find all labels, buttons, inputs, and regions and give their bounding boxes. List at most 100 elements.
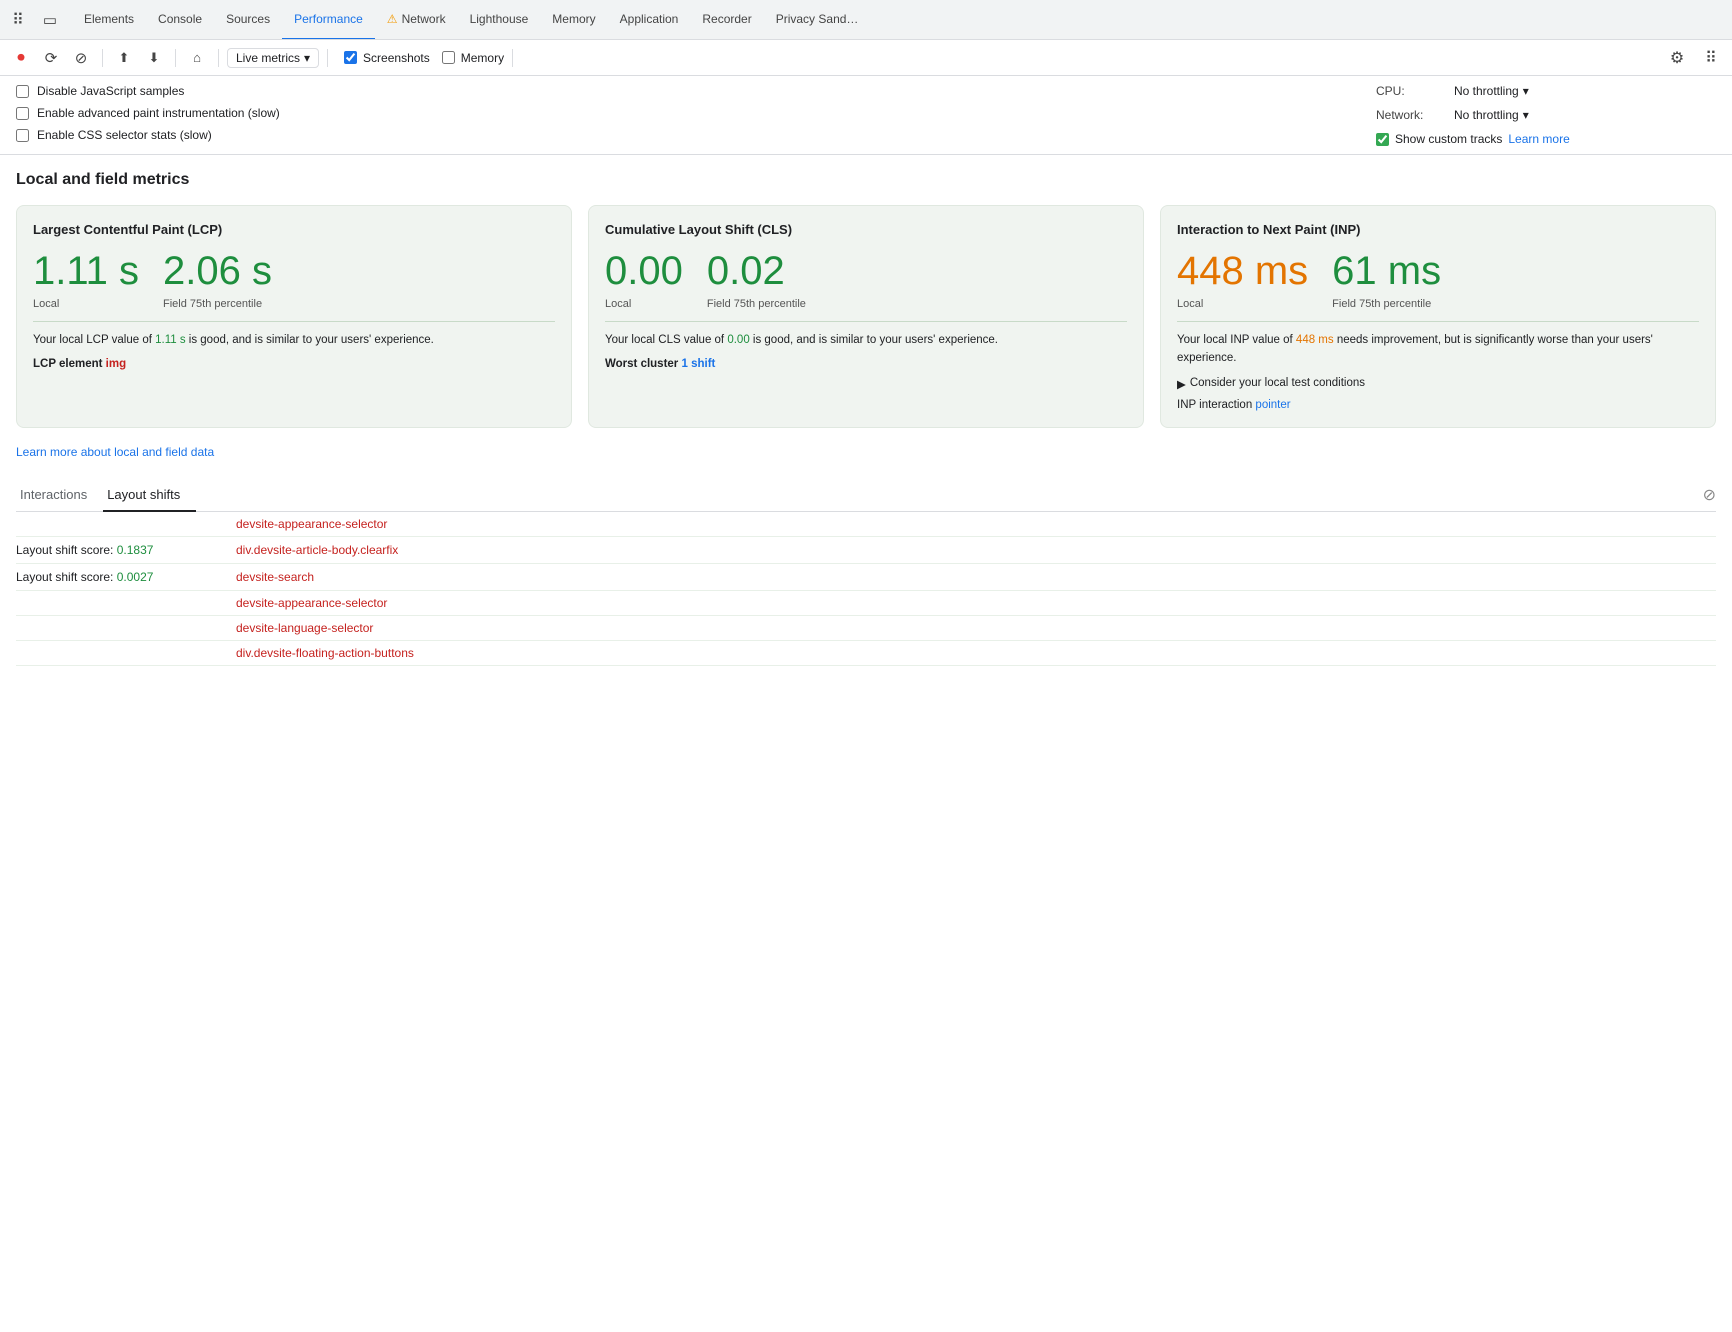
screenshots-checkbox[interactable] — [344, 51, 357, 64]
shift-element-plain-3[interactable]: devsite-appearance-selector — [236, 596, 387, 610]
toolbar-divider-4 — [327, 49, 328, 67]
nav-tab-privacy-sandbox[interactable]: Privacy Sand… — [764, 0, 871, 40]
nav-tab-network[interactable]: ⚠Network — [375, 0, 458, 40]
nav-tab-elements[interactable]: Elements — [72, 0, 146, 40]
cls-field-value: 0.02 — [707, 249, 806, 293]
shift-element-2[interactable]: devsite-search — [236, 570, 314, 584]
clear-button[interactable]: ⊘ — [68, 45, 94, 71]
lcp-desc-suffix: is good, and is similar to your users' e… — [186, 334, 434, 346]
dropdown-arrow-icon: ▾ — [304, 51, 310, 65]
refresh-button[interactable]: ⟳ — [38, 45, 64, 71]
upload-button[interactable]: ⬆ — [111, 45, 137, 71]
devtools-toggle-icon[interactable]: ⠿ — [4, 6, 32, 34]
lcp-card: Largest Contentful Paint (LCP) 1.11 s Lo… — [16, 205, 572, 428]
enable-css-label: Enable CSS selector stats (slow) — [37, 128, 212, 142]
no-entry-icon[interactable]: ⊘ — [1703, 485, 1716, 505]
inp-divider — [1177, 321, 1699, 322]
cls-values: 0.00 Local 0.02 Field 75th percentile — [605, 249, 1127, 311]
cpu-select[interactable]: No throttling ▾ — [1454, 84, 1529, 98]
learn-more-field-data-link[interactable]: Learn more about local and field data — [16, 445, 214, 459]
enable-advanced-paint-row[interactable]: Enable advanced paint instrumentation (s… — [16, 106, 1376, 120]
shift-element-plain-5[interactable]: div.devsite-floating-action-buttons — [236, 646, 414, 660]
network-select[interactable]: No throttling ▾ — [1454, 108, 1529, 122]
cpu-label: CPU: — [1376, 84, 1446, 98]
main-content: Local and field metrics Largest Contentf… — [0, 155, 1732, 682]
tab-interactions[interactable]: Interactions — [16, 479, 103, 512]
memory-checkbox-group: Memory — [442, 51, 504, 65]
settings-gear-icon[interactable]: ⚙ — [1664, 45, 1690, 71]
network-row: Network: No throttling ▾ — [1376, 108, 1716, 122]
settings-right: CPU: No throttling ▾ Network: No throttl… — [1376, 84, 1716, 146]
lcp-element-value[interactable]: img — [106, 358, 126, 370]
shift-row-plain-0: devsite-appearance-selector — [16, 512, 1716, 537]
cls-worst-cluster-link[interactable]: 1 shift — [681, 358, 715, 370]
inp-desc-value: 448 ms — [1296, 334, 1334, 346]
inp-consider-row: ▶ Consider your local test conditions — [1177, 377, 1699, 391]
memory-checkbox[interactable] — [442, 51, 455, 64]
nav-tab-lighthouse[interactable]: Lighthouse — [458, 0, 541, 40]
enable-paint-label: Enable advanced paint instrumentation (s… — [37, 106, 280, 120]
lcp-local: 1.11 s Local — [33, 249, 139, 311]
home-button[interactable]: ⌂ — [184, 45, 210, 71]
cls-title: Cumulative Layout Shift (CLS) — [605, 222, 1127, 237]
shift-row-plain-4: devsite-language-selector — [16, 616, 1716, 641]
screenshots-label[interactable]: Screenshots — [363, 51, 430, 65]
toolbar-right-icons: ⚙ ⠿ — [1664, 45, 1724, 71]
device-toolbar-icon[interactable]: ▭ — [36, 6, 64, 34]
nav-tab-memory[interactable]: Memory — [540, 0, 607, 40]
download-button[interactable]: ⬇ — [141, 45, 167, 71]
shift-element-1[interactable]: div.devsite-article-body.clearfix — [236, 543, 398, 557]
shift-element-plain-0[interactable]: devsite-appearance-selector — [236, 517, 387, 531]
shift-row-2: Layout shift score: 0.0027devsite-search — [16, 564, 1716, 591]
cls-field-label: Field 75th percentile — [707, 297, 806, 311]
lcp-element-row: LCP element img — [33, 358, 555, 370]
cls-local-value: 0.00 — [605, 249, 683, 293]
triangle-right-icon[interactable]: ▶ — [1177, 377, 1186, 391]
inp-interaction-row: INP interaction pointer — [1177, 399, 1699, 411]
cpu-value: No throttling — [1454, 84, 1519, 98]
enable-css-checkbox[interactable] — [16, 129, 29, 142]
shifts-list: devsite-appearance-selector Layout shift … — [16, 512, 1716, 666]
lcp-values: 1.11 s Local 2.06 s Field 75th percentil… — [33, 249, 555, 311]
cls-desc-value: 0.00 — [727, 334, 749, 346]
inp-local: 448 ms Local — [1177, 249, 1308, 311]
tab-layout-shifts[interactable]: Layout shifts — [103, 479, 196, 512]
shift-element-plain-4[interactable]: devsite-language-selector — [236, 621, 373, 635]
shift-score-value-1: 0.1837 — [117, 543, 154, 557]
nav-tab-console[interactable]: Console — [146, 0, 214, 40]
nav-tab-application[interactable]: Application — [608, 0, 691, 40]
inp-interaction-link[interactable]: pointer — [1255, 399, 1290, 411]
disable-js-label: Disable JavaScript samples — [37, 84, 184, 98]
more-options-icon[interactable]: ⠿ — [1698, 45, 1724, 71]
cls-card: Cumulative Layout Shift (CLS) 0.00 Local… — [588, 205, 1144, 428]
nav-tab-recorder[interactable]: Recorder — [690, 0, 763, 40]
enable-paint-checkbox[interactable] — [16, 107, 29, 120]
live-metrics-dropdown[interactable]: Live metrics ▾ — [227, 48, 319, 68]
disable-js-checkbox[interactable] — [16, 85, 29, 98]
lcp-divider — [33, 321, 555, 322]
toolbar-divider-1 — [102, 49, 103, 67]
cls-worst-cluster-label: Worst cluster — [605, 358, 681, 370]
shift-row-plain-5: div.devsite-floating-action-buttons — [16, 641, 1716, 666]
network-label: Network: — [1376, 108, 1446, 122]
record-button[interactable]: ⏺ — [8, 45, 34, 71]
settings-panel: Disable JavaScript samples Enable advanc… — [0, 76, 1732, 155]
inp-values: 448 ms Local 61 ms Field 75th percentile — [1177, 249, 1699, 311]
lcp-field: 2.06 s Field 75th percentile — [163, 249, 272, 311]
lcp-element-label: LCP element — [33, 358, 106, 370]
memory-label[interactable]: Memory — [461, 51, 504, 65]
nav-tab-sources[interactable]: Sources — [214, 0, 282, 40]
cpu-dropdown-icon: ▾ — [1523, 84, 1529, 98]
toolbar-divider-2 — [175, 49, 176, 67]
show-custom-tracks-checkbox[interactable] — [1376, 133, 1389, 146]
disable-js-samples-row[interactable]: Disable JavaScript samples — [16, 84, 1376, 98]
inp-field: 61 ms Field 75th percentile — [1332, 249, 1441, 311]
lcp-local-value: 1.11 s — [33, 249, 139, 293]
toolbar-divider-5 — [512, 49, 513, 67]
nav-tab-performance[interactable]: Performance — [282, 0, 375, 40]
screenshots-checkbox-group: Screenshots — [344, 51, 430, 65]
enable-css-selector-row[interactable]: Enable CSS selector stats (slow) — [16, 128, 1376, 142]
show-custom-tracks-label: Show custom tracks — [1395, 132, 1502, 146]
live-metrics-label: Live metrics — [236, 51, 300, 65]
learn-more-link[interactable]: Learn more — [1508, 132, 1569, 146]
